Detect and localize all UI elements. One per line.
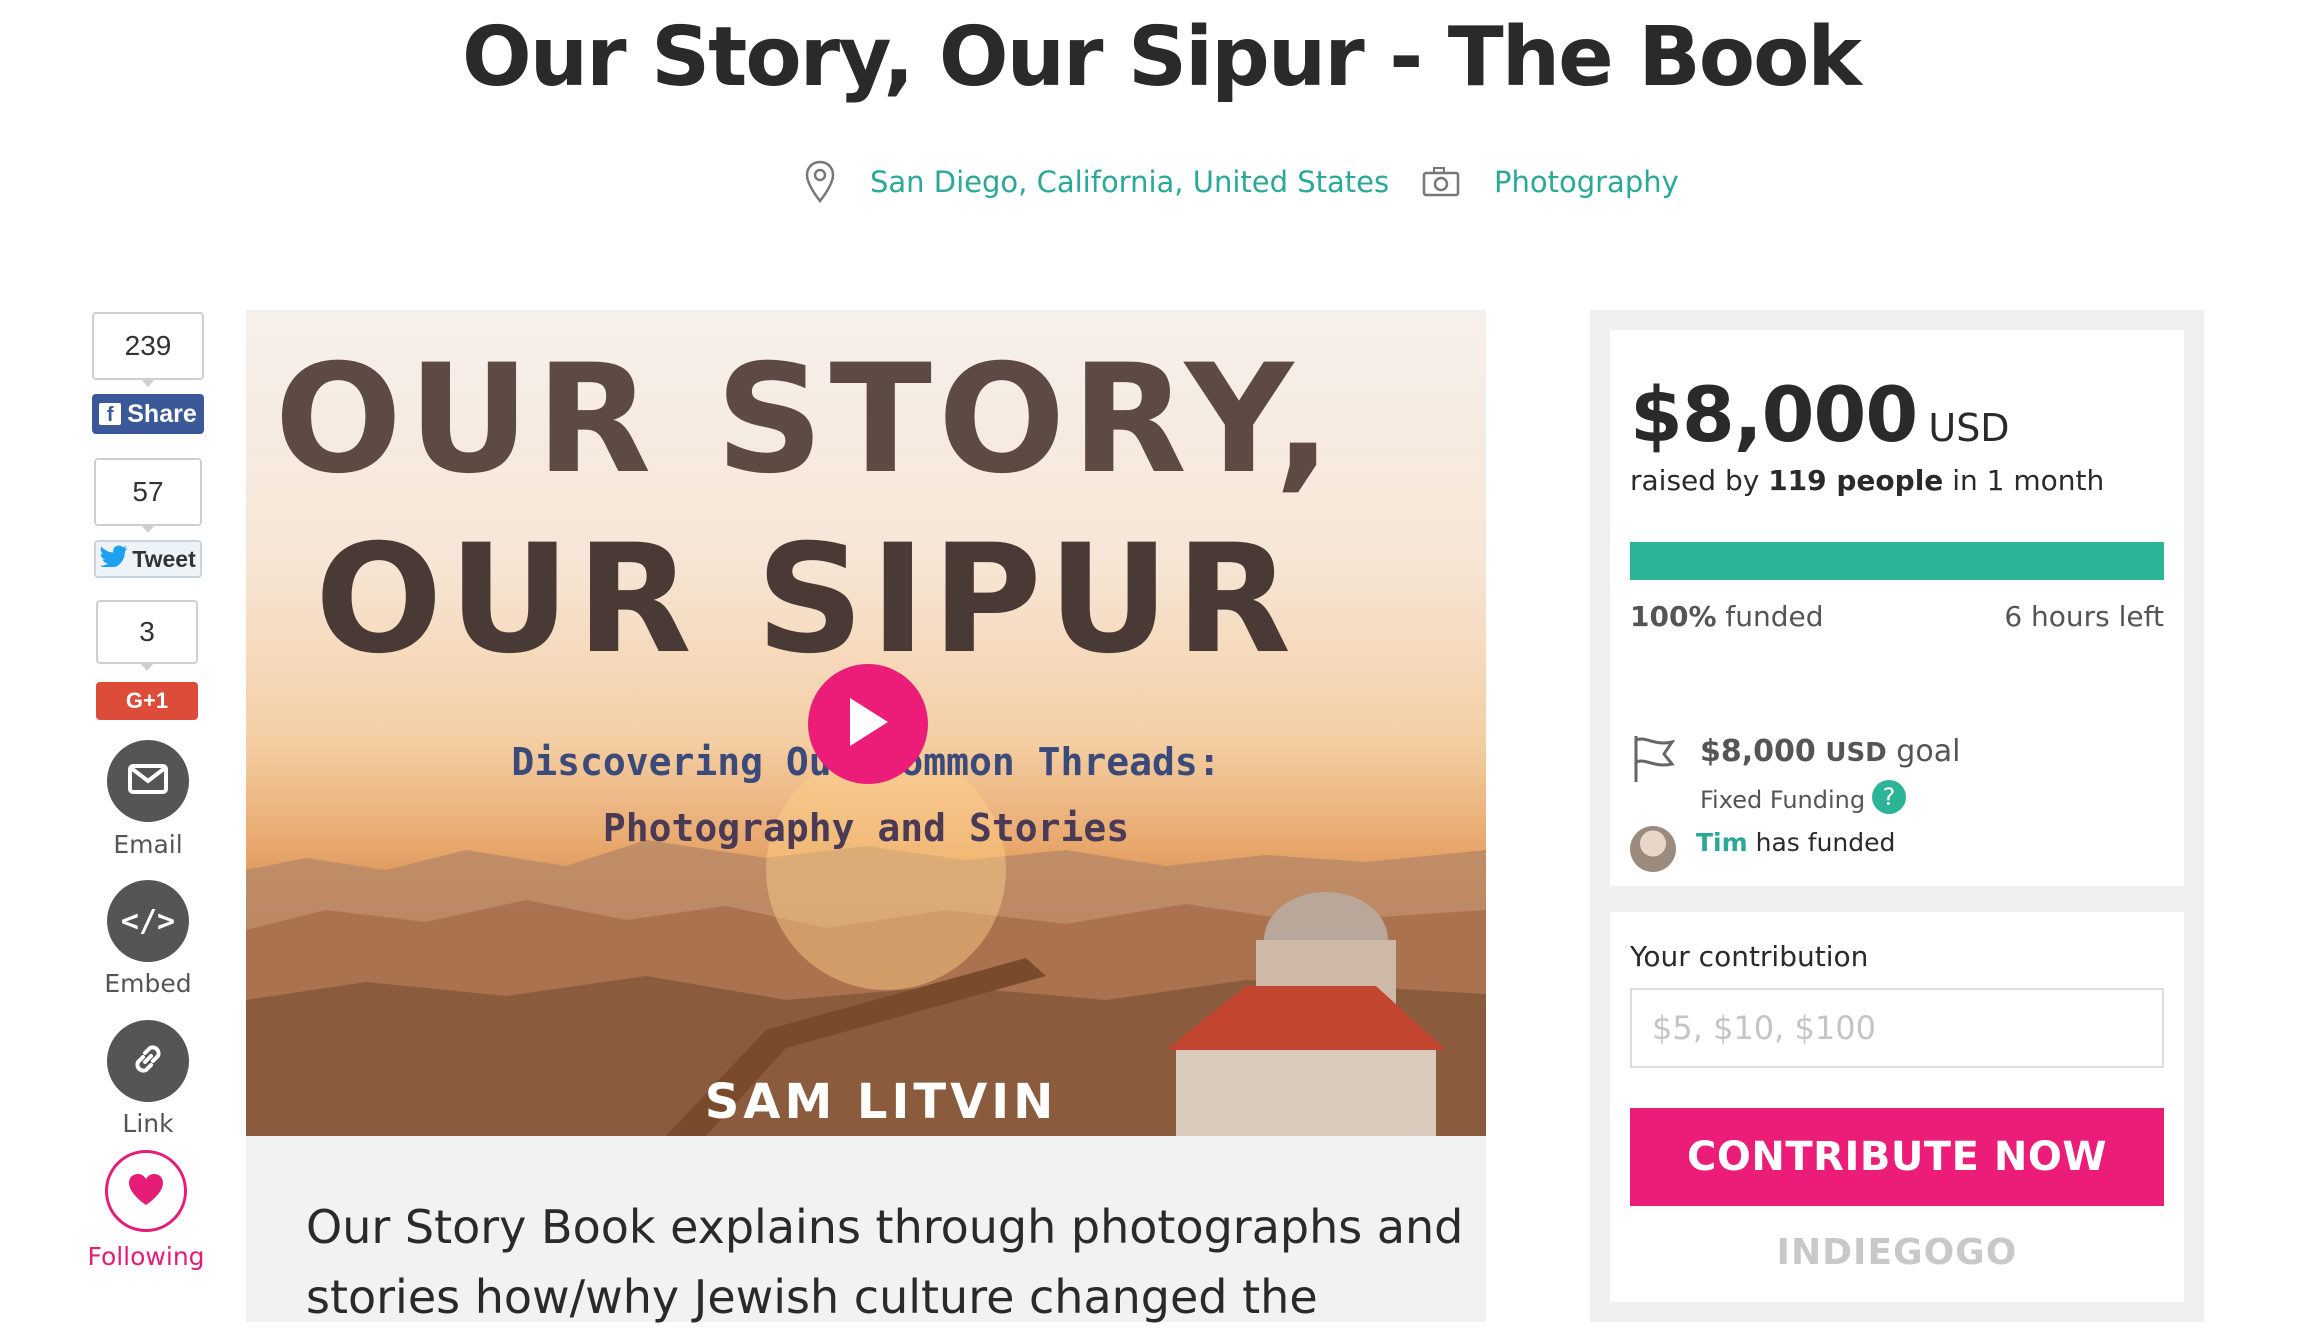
backer-avatar bbox=[1630, 826, 1676, 872]
contribution-card: Your contribution CONTRIBUTE NOW INDIEGO… bbox=[1610, 912, 2184, 1302]
embed-button[interactable]: </> bbox=[107, 880, 189, 962]
category-link[interactable]: Photography bbox=[1494, 162, 1679, 202]
progress-fill bbox=[1630, 542, 2164, 580]
facebook-share-label: Share bbox=[127, 399, 197, 428]
raised-suffix: in 1 month bbox=[1952, 464, 2105, 497]
goal-flag-icon bbox=[1632, 734, 1676, 784]
contribution-label: Your contribution bbox=[1630, 940, 1869, 973]
facebook-share-count: 239 bbox=[92, 312, 204, 387]
raised-prefix: raised by bbox=[1630, 464, 1760, 497]
google-plus-button[interactable]: G+1 bbox=[96, 682, 198, 720]
backers-count: 119 people bbox=[1768, 464, 1944, 497]
twitter-count-box: 57 bbox=[94, 458, 202, 533]
raised-summary: raised by 119 people in 1 month bbox=[1630, 464, 2104, 497]
campaign-title: Our Story, Our Sipur - The Book bbox=[462, 10, 1862, 105]
twitter-bird-icon bbox=[100, 545, 128, 573]
chain-link-icon bbox=[128, 1039, 168, 1084]
funding-card: $8,000 USD raised by 119 people in 1 mon… bbox=[1610, 330, 2184, 886]
contribute-now-button[interactable]: CONTRIBUTE NOW bbox=[1630, 1108, 2164, 1206]
google-plus-label: G+1 bbox=[125, 688, 169, 713]
funding-type: Fixed Funding bbox=[1700, 786, 1866, 814]
code-icon: </> bbox=[120, 903, 176, 939]
location-link[interactable]: San Diego, California, United States bbox=[870, 162, 1389, 202]
camera-icon bbox=[1422, 166, 1460, 198]
recent-backer: Tim has funded bbox=[1696, 828, 1895, 857]
link-label: Link bbox=[122, 1109, 174, 1138]
facebook-count: 239 bbox=[124, 330, 172, 361]
play-icon bbox=[844, 694, 892, 755]
following-label: Following bbox=[87, 1242, 205, 1271]
google-plus-count: 3 bbox=[139, 616, 155, 647]
time-left: 6 hours left bbox=[2004, 600, 2164, 633]
raised-amount: $8,000 USD bbox=[1630, 370, 2010, 459]
goal-currency: USD bbox=[1825, 738, 1887, 768]
hero-author: SAM LITVIN bbox=[704, 1074, 1058, 1130]
indiegogo-logo: INDIEGOGO bbox=[1776, 1232, 2018, 1273]
contribution-amount-input[interactable] bbox=[1630, 988, 2164, 1068]
facebook-share-button[interactable]: f Share bbox=[92, 394, 204, 434]
recent-backer-text: has funded bbox=[1755, 828, 1896, 857]
recent-backer-name[interactable]: Tim bbox=[1696, 828, 1748, 857]
facebook-icon: f bbox=[99, 403, 122, 426]
progress-track bbox=[1630, 542, 2164, 580]
email-label: Email bbox=[113, 830, 183, 859]
funding-help-icon[interactable]: ? bbox=[1872, 780, 1906, 814]
tweet-label: Tweet bbox=[132, 545, 196, 572]
funded-word: funded bbox=[1725, 600, 1824, 633]
campaign-description: Our Story Book explains through photogra… bbox=[306, 1200, 1464, 1324]
hero-title-line1: OUR STORY, bbox=[274, 333, 1338, 507]
hero-title-line2: OUR SIPUR bbox=[314, 513, 1298, 687]
goal-line: $8,000 USD goal bbox=[1700, 734, 1960, 769]
location-pin-icon bbox=[804, 160, 836, 204]
raised-currency: USD bbox=[1928, 406, 2010, 450]
campaign-video-thumbnail[interactable]: OUR STORY, OUR SIPUR Discovering Our Com… bbox=[246, 310, 1486, 1136]
envelope-icon bbox=[128, 763, 168, 799]
play-button[interactable] bbox=[808, 664, 928, 784]
embed-label: Embed bbox=[104, 969, 192, 998]
funded-percent: 100% bbox=[1630, 600, 1717, 633]
hero-subtitle-line2: Photography and Stories bbox=[602, 806, 1130, 850]
heart-icon bbox=[127, 1172, 165, 1211]
google-plus-count-box: 3 bbox=[96, 600, 198, 671]
goal-word: goal bbox=[1896, 734, 1961, 769]
funded-status: 100% funded bbox=[1630, 600, 1824, 633]
raised-value: $8,000 bbox=[1630, 370, 1918, 459]
goal-amount: $8,000 bbox=[1700, 734, 1816, 769]
follow-button[interactable] bbox=[105, 1150, 187, 1232]
twitter-count: 57 bbox=[132, 476, 164, 507]
email-share-button[interactable] bbox=[107, 740, 189, 822]
copy-link-button[interactable] bbox=[107, 1020, 189, 1102]
tweet-button[interactable]: Tweet bbox=[94, 540, 202, 578]
